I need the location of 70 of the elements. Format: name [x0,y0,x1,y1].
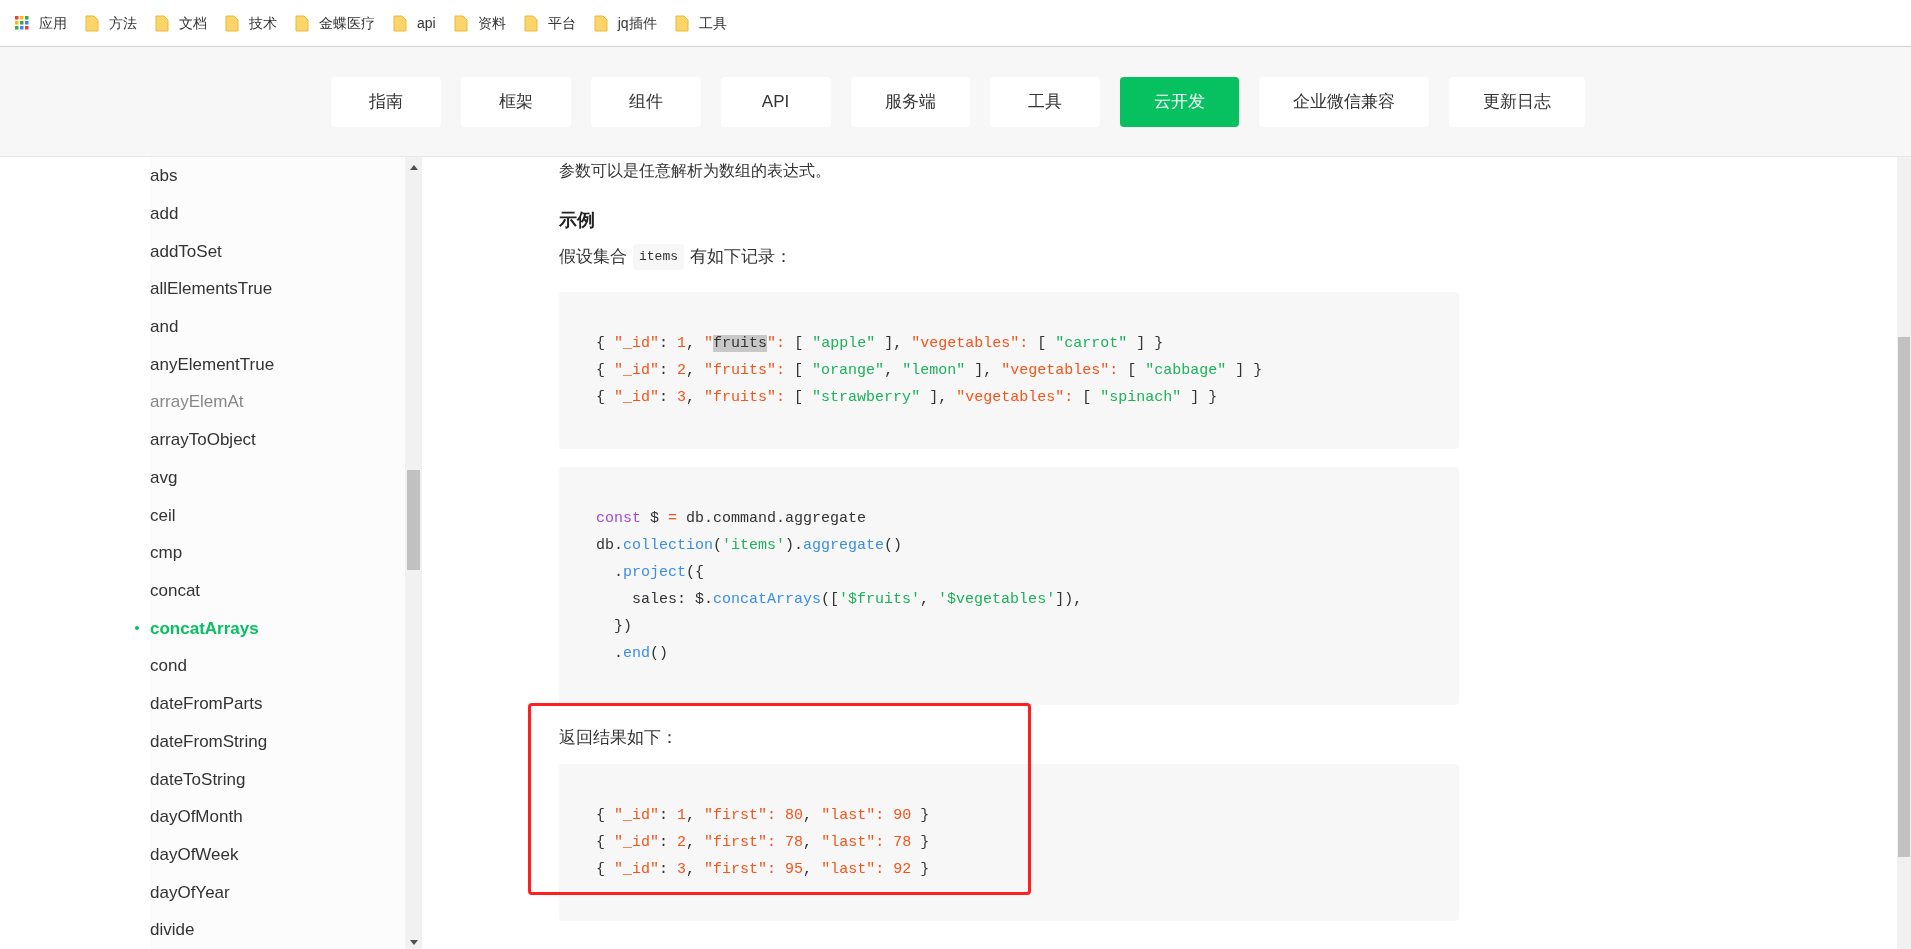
scroll-thumb[interactable] [407,470,420,570]
nav-tab[interactable]: 框架 [460,76,571,127]
folder-icon [295,14,309,32]
apps-grid-icon [15,16,29,30]
sidebar-item[interactable]: and [124,307,179,346]
description-text: 假设集合 items 有如下记录： [559,244,792,270]
bookmark-link[interactable]: 金蝶医疗 [286,8,384,38]
sidebar-item[interactable]: dayOfYear [124,873,230,912]
folder-icon [225,14,239,32]
folder-icon [674,14,689,32]
sidebar-item[interactable]: dateFromString [124,722,268,761]
folder-icon [393,14,407,32]
sidebar-item[interactable]: arrayElemAt [124,383,244,422]
bookmark-link[interactable]: api [384,8,445,38]
sidebar-item[interactable]: avg [124,458,178,497]
nav-tab[interactable]: 组件 [590,76,701,127]
bookmark-link[interactable]: 资料 [444,8,515,38]
sidebar-item[interactable]: add [124,194,179,233]
code-line: .project({ [613,562,705,583]
code-line: { "_id": 2, "first": 78, "last": 78 } [596,833,930,853]
folder-icon [593,14,608,32]
sidebar-item[interactable]: divide [124,911,195,949]
bookmark-link[interactable]: 技术 [216,8,286,38]
sidebar-item[interactable]: allElementsTrue [124,270,273,308]
scroll-thumb[interactable] [1898,337,1910,857]
folder-icon [453,14,468,32]
nav-tab[interactable]: 企业微信兼容 [1258,76,1429,127]
sidebar-item[interactable]: dayOfWeek [124,835,239,874]
sidebar-item[interactable]: anyElementTrue [124,345,275,384]
code-line: { "_id": 3, "first": 95, "last": 92 } [596,860,930,880]
intro-text: 参数可以是任意解析为数组的表达式。 [559,161,831,181]
code-line: { "_id": 1, "fruits": [ "apple" ], "vegetables": [ "carrot" ] } [596,333,1164,354]
nav-tab[interactable]: 工具 [989,76,1100,127]
sidebar-item[interactable]: concat [124,571,201,610]
bookmark-link[interactable]: jq插件 [584,8,666,38]
nav-tab[interactable]: 更新日志 [1448,76,1585,127]
nav-tab[interactable]: 指南 [330,76,441,127]
code-line: { "_id": 1, "first": 80, "last": 90 } [596,806,930,826]
sidebar-item[interactable]: cmp [124,534,183,572]
sidebar-item[interactable]: addToSet [124,232,222,271]
section-heading: 示例 [559,209,595,232]
folder-icon [85,14,99,32]
folder-icon [523,14,538,32]
code-line: sales: $.concatArrays(['$fruits', '$vegetables']), [631,589,1083,610]
result-text: 返回结果如下： [559,726,678,749]
scroll-down-icon[interactable] [409,940,418,945]
sidebar-item[interactable]: dateToString [124,760,246,799]
bullet-icon [135,626,139,631]
sidebar-item[interactable]: ceil [124,496,176,535]
inline-code: items [633,244,684,270]
bookmark-link[interactable]: 文档 [146,8,216,38]
code-line: { "_id": 3, "fruits": [ "strawberry" ], "vegetables": [ "spinach" ] } [596,387,1218,408]
code-line: db.collection('items').aggregate() [596,535,903,556]
bookmark-link[interactable]: 应用 [6,8,76,38]
sidebar-item[interactable]: dateFromParts [124,685,263,723]
code-line: }) [613,616,632,637]
bookmark-link[interactable]: 工具 [665,8,736,38]
code-line: const $ = db.command.aggregate [596,508,867,529]
bookmark-link[interactable]: 平台 [514,8,585,38]
sidebar-item[interactable]: abs [124,157,178,195]
bookmark-link[interactable]: 方法 [76,8,146,38]
code-line: { "_id": 2, "fruits": [ "orange", "lemon" ], "vegetables": [ "cabbage" ] } [596,360,1263,381]
nav-tab[interactable]: API [720,76,831,127]
folder-icon [155,14,169,32]
scroll-up-icon[interactable] [409,165,418,170]
sidebar-item[interactable]: dayOfMonth [124,798,243,836]
sidebar-item[interactable]: cond [124,647,187,686]
sidebar-item[interactable]: arrayToObject [124,421,256,459]
nav-tab[interactable]: 服务端 [850,76,970,127]
code-line: .end() [613,643,669,664]
